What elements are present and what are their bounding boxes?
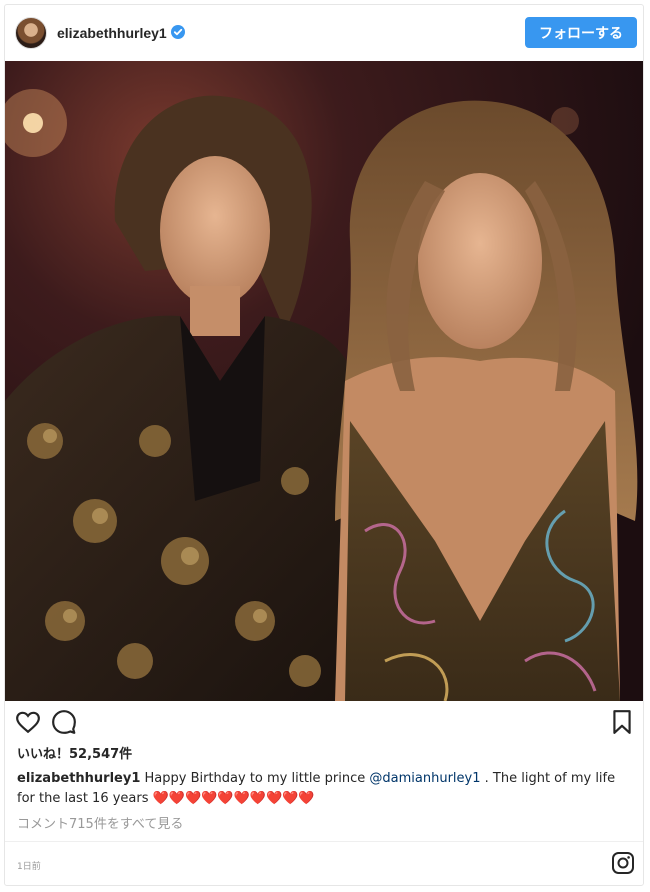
comment-icon[interactable] [51, 709, 77, 735]
instagram-logo-icon[interactable] [611, 851, 635, 875]
view-all-comments-link[interactable]: コメント715件をすべて見る [17, 813, 183, 832]
post-photo[interactable] [5, 61, 643, 701]
bookmark-icon[interactable] [609, 709, 635, 735]
caption-username[interactable]: elizabethhurley1 [17, 771, 140, 786]
heart-icon[interactable] [15, 709, 41, 735]
avatar[interactable] [15, 17, 47, 49]
post-card: elizabethhurley1 フォローする いいね！52,547件 eliz… [4, 4, 644, 886]
footer-divider [5, 841, 643, 842]
verified-badge-icon [171, 25, 185, 39]
username-link[interactable]: elizabethhurley1 [57, 25, 167, 41]
photo-illustration [5, 61, 643, 701]
caption-text-before: Happy Birthday to my little prince [140, 771, 370, 786]
follow-button[interactable]: フォローする [525, 17, 637, 48]
likes-count[interactable]: いいね！52,547件 [17, 743, 132, 762]
caption-mention-link[interactable]: @damianhurley1 [369, 771, 480, 786]
post-header: elizabethhurley1 フォローする [5, 5, 643, 61]
post-timestamp[interactable]: 1日前 [17, 859, 41, 872]
action-bar [5, 705, 643, 741]
post-caption: elizabethhurley1 Happy Birthday to my li… [17, 769, 632, 809]
